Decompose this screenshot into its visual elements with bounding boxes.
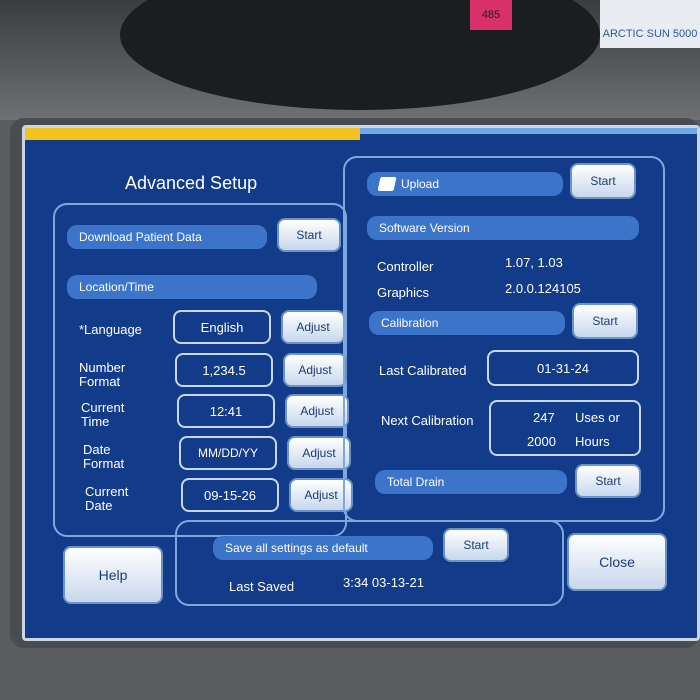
total-drain-start-button[interactable]: Start: [575, 464, 641, 498]
last-calibrated-value: 01-31-24: [487, 350, 639, 386]
language-value: English: [173, 310, 271, 344]
current-time-label: Current Time: [81, 400, 125, 429]
page-title: Advanced Setup: [125, 173, 258, 193]
accent-bar-blue: [360, 128, 697, 134]
next-calibration-box: 247 Uses or 2000 Hours: [489, 400, 641, 456]
language-label: *Language: [79, 322, 142, 337]
next-uses-unit: Uses or: [575, 410, 620, 425]
calibration-start-button[interactable]: Start: [572, 303, 638, 339]
current-time-adjust-button[interactable]: Adjust: [285, 394, 349, 428]
number-format-value: 1,234.5: [175, 353, 273, 387]
total-drain-bar: Total Drain: [375, 470, 567, 494]
date-format-value: MM/DD/YY: [179, 436, 277, 470]
upload-start-button[interactable]: Start: [570, 163, 636, 199]
controller-label: Controller: [377, 259, 434, 274]
download-patient-data-bar: Download Patient Data: [67, 225, 267, 249]
download-start-button[interactable]: Start: [277, 218, 341, 252]
date-format-adjust-button[interactable]: Adjust: [287, 436, 351, 470]
location-time-bar: Location/Time: [67, 275, 317, 299]
language-adjust-button[interactable]: Adjust: [281, 310, 345, 344]
current-time-value: 12:41: [177, 394, 275, 428]
current-date-value: 09-15-26: [181, 478, 279, 512]
save-settings-bar: Save all settings as default: [213, 536, 433, 560]
next-uses-value: 247: [533, 410, 555, 425]
device-brand-badge: ARCTIC SUN 5000: [600, 0, 700, 48]
close-button[interactable]: Close: [567, 533, 667, 591]
software-version-bar: Software Version: [367, 216, 639, 240]
graphics-label: Graphics: [377, 285, 430, 300]
next-hours-unit: Hours: [575, 434, 610, 449]
last-calibrated-label: Last Calibrated: [379, 363, 467, 378]
next-hours-value: 2000: [527, 434, 556, 449]
save-settings-start-button[interactable]: Start: [443, 528, 509, 562]
upload-bar: Upload: [367, 172, 563, 196]
current-date-label: Current Date: [85, 484, 129, 513]
graphics-value: 2.0.0.124105: [505, 281, 581, 296]
accent-bar-yellow: [25, 128, 360, 140]
upload-icon: [377, 177, 397, 191]
touch-screen: Advanced Setup Download Patient Data Sta…: [22, 125, 700, 641]
calibration-bar: Calibration: [369, 311, 565, 335]
help-button[interactable]: Help: [63, 546, 163, 604]
number-format-adjust-button[interactable]: Adjust: [283, 353, 347, 387]
next-calibration-label: Next Calibration: [381, 413, 474, 428]
upload-label: Upload: [401, 177, 440, 191]
last-saved-label: Last Saved: [229, 579, 295, 594]
controller-value: 1.07, 1.03: [505, 255, 563, 270]
number-format-label: Number Format: [79, 360, 126, 389]
last-saved-value: 3:34 03-13-21: [343, 575, 424, 590]
device-tag-label: 485: [470, 0, 512, 30]
date-format-label: Date Format: [83, 442, 125, 471]
